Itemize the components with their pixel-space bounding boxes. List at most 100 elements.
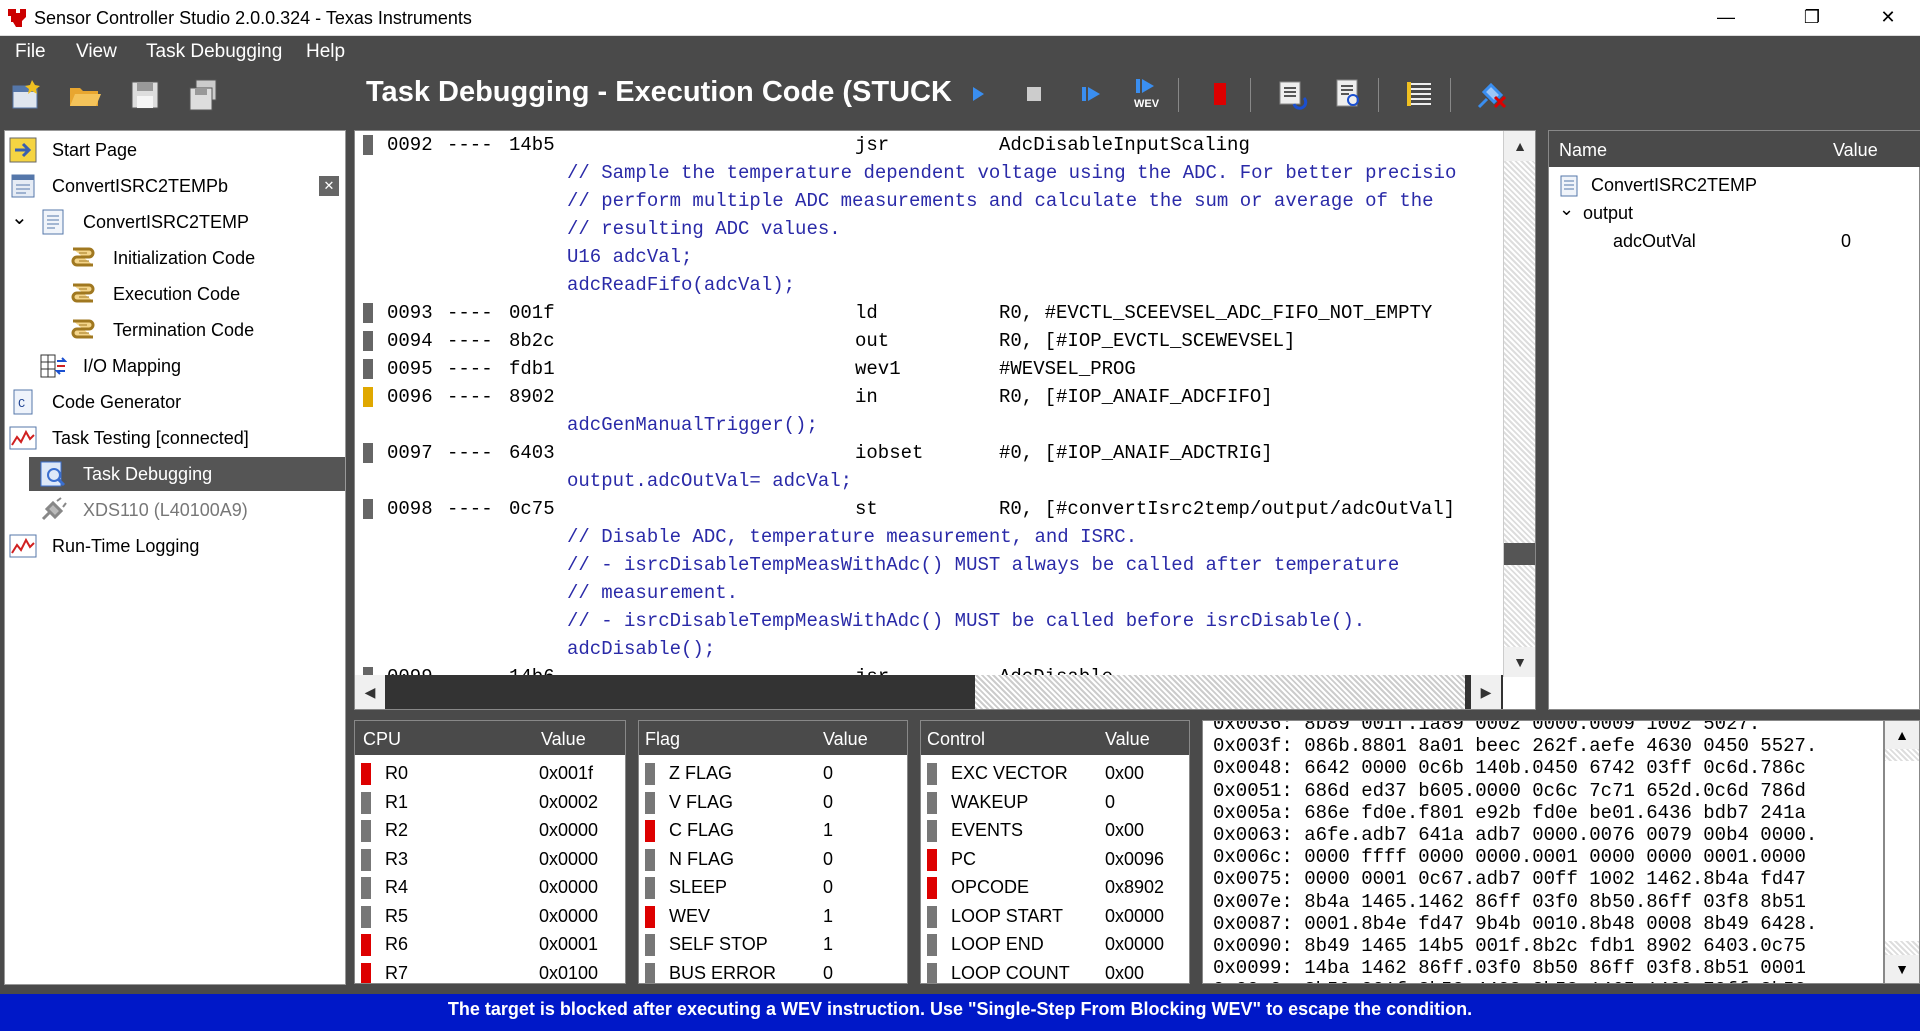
- asm-line[interactable]: 0097 ---- 6403 iobset #0, [#IOP_ANAIF_ADCTRI…: [355, 439, 1503, 467]
- source-line[interactable]: output.adcOutVal= adcVal;: [355, 467, 1503, 495]
- source-line[interactable]: adcDisable();: [355, 635, 1503, 663]
- breakpoint-margin-marker[interactable]: [363, 667, 373, 675]
- register-row[interactable]: C FLAG 1: [639, 816, 907, 844]
- register-row[interactable]: R1 0x0002: [355, 788, 625, 816]
- source-line[interactable]: // Disable ADC, temperature measurement,…: [355, 523, 1503, 551]
- sidebar-item-start-page[interactable]: Start Page: [5, 133, 345, 167]
- current-pc-marker[interactable]: [363, 387, 373, 407]
- sidebar-item-code-generator[interactable]: C Code Generator: [5, 385, 345, 419]
- register-row[interactable]: LOOP START 0x0000: [921, 902, 1189, 930]
- menu-file[interactable]: File: [15, 41, 46, 63]
- breakpoint-margin-marker[interactable]: [363, 359, 373, 379]
- register-row[interactable]: EVENTS 0x00: [921, 816, 1189, 844]
- code-vertical-scrollbar[interactable]: ▲ ▼: [1503, 131, 1535, 677]
- scroll-down-icon[interactable]: ▼: [1504, 647, 1535, 677]
- register-row[interactable]: V FLAG 0: [639, 788, 907, 816]
- register-row[interactable]: R4 0x0000: [355, 873, 625, 901]
- single-step-wev-button[interactable]: WEV: [1130, 76, 1166, 112]
- open-folder-icon[interactable]: [68, 78, 102, 112]
- sidebar-item-xds110[interactable]: XDS110 (L40100A9): [5, 493, 345, 527]
- menu-view[interactable]: View: [76, 41, 117, 63]
- register-row[interactable]: LOOP END 0x0000: [921, 930, 1189, 958]
- minimize-button[interactable]: —: [1696, 0, 1756, 34]
- source-line[interactable]: // Sample the temperature dependent volt…: [355, 159, 1503, 187]
- new-project-icon[interactable]: [10, 78, 44, 112]
- scroll-down-icon[interactable]: ▼: [1885, 955, 1919, 983]
- scroll-up-icon[interactable]: ▲: [1504, 131, 1535, 161]
- register-row[interactable]: R3 0x0000: [355, 845, 625, 873]
- chevron-down-icon[interactable]: ⌄: [1559, 195, 1574, 223]
- list-button[interactable]: [1402, 76, 1438, 112]
- source-line[interactable]: adcReadFifo(adcVal);: [355, 271, 1503, 299]
- asm-line[interactable]: 0099 ---- 14b6 jsr AdcDisable: [355, 663, 1503, 675]
- register-row[interactable]: SELF STOP 1: [639, 930, 907, 958]
- register-row[interactable]: WEV 1: [639, 902, 907, 930]
- source-line[interactable]: // measurement.: [355, 579, 1503, 607]
- register-row[interactable]: R6 0x0001: [355, 930, 625, 958]
- scroll-up-icon[interactable]: ▲: [1885, 721, 1919, 749]
- stop-button[interactable]: [1016, 76, 1052, 112]
- register-row[interactable]: LOOP COUNT 0x00: [921, 959, 1189, 983]
- register-row[interactable]: R5 0x0000: [355, 902, 625, 930]
- register-row[interactable]: R2 0x0000: [355, 816, 625, 844]
- save-all-icon[interactable]: [186, 78, 220, 112]
- register-row[interactable]: N FLAG 0: [639, 845, 907, 873]
- sidebar-item-task-debugging[interactable]: Task Debugging: [29, 457, 345, 491]
- register-row[interactable]: SLEEP 0: [639, 873, 907, 901]
- maximize-button[interactable]: ❐: [1782, 0, 1842, 34]
- variable-row[interactable]: ConvertISRC2TEMP: [1557, 171, 1917, 199]
- sidebar-item-io-mapping[interactable]: I/O Mapping: [5, 349, 345, 383]
- memory-scrollbar[interactable]: ▲ ▼: [1884, 720, 1920, 984]
- asm-line[interactable]: 0098 ---- 0c75 st R0, [#convertIsrc2temp/out…: [355, 495, 1503, 523]
- menu-task-debugging[interactable]: Task Debugging: [146, 41, 282, 63]
- sidebar-item-initialization-code[interactable]: Initialization Code: [5, 241, 345, 275]
- register-row[interactable]: OPCODE 0x8902: [921, 873, 1189, 901]
- memory-view[interactable]: 0x0036: 8b89 001f.1a89 0002 0000.0009 10…: [1202, 720, 1884, 984]
- view-button[interactable]: [1330, 76, 1366, 112]
- scroll-left-icon[interactable]: ◀: [355, 675, 385, 709]
- asm-line[interactable]: 0092 ---- 14b5 jsr AdcDisableInputScaling: [355, 131, 1503, 159]
- close-window-button[interactable]: ✕: [1858, 0, 1918, 34]
- register-row[interactable]: R0 0x001f: [355, 759, 625, 787]
- register-row[interactable]: PC 0x0096: [921, 845, 1189, 873]
- halt-button[interactable]: [1202, 76, 1238, 112]
- scroll-right-icon[interactable]: ▶: [1471, 675, 1501, 709]
- variable-row[interactable]: ⌄ output: [1557, 199, 1917, 227]
- single-step-button[interactable]: [1074, 76, 1110, 112]
- source-line[interactable]: adcGenManualTrigger();: [355, 411, 1503, 439]
- source-line[interactable]: // resulting ADC values.: [355, 215, 1503, 243]
- register-row[interactable]: WAKEUP 0: [921, 788, 1189, 816]
- breakpoint-margin-marker[interactable]: [363, 499, 373, 519]
- breakpoint-margin-marker[interactable]: [363, 443, 373, 463]
- register-row[interactable]: EXC VECTOR 0x00: [921, 759, 1189, 787]
- sidebar-item-run-time-logging[interactable]: Run-Time Logging: [5, 529, 345, 563]
- register-row[interactable]: R7 0x0100: [355, 959, 625, 983]
- register-row[interactable]: BUS ERROR 0: [639, 959, 907, 983]
- scroll-thumb[interactable]: [975, 675, 1465, 709]
- register-row[interactable]: Z FLAG 0: [639, 759, 907, 787]
- save-icon[interactable]: [128, 78, 162, 112]
- source-line[interactable]: // - isrcDisableTempMeasWithAdc() MUST b…: [355, 607, 1503, 635]
- source-line[interactable]: // perform multiple ADC measurements and…: [355, 187, 1503, 215]
- chevron-down-icon[interactable]: ⌄: [11, 201, 28, 235]
- asm-line[interactable]: 0096 ---- 8902 in R0, [#IOP_ANAIF_ADCFIFO]: [355, 383, 1503, 411]
- reset-button[interactable]: [1274, 76, 1310, 112]
- breakpoint-margin-marker[interactable]: [363, 331, 373, 351]
- menu-help[interactable]: Help: [306, 41, 345, 63]
- breakpoint-margin-marker[interactable]: [363, 303, 373, 323]
- sidebar-item-termination-code[interactable]: Termination Code: [5, 313, 345, 347]
- scroll-thumb[interactable]: [1504, 543, 1535, 565]
- source-line[interactable]: U16 adcVal;: [355, 243, 1503, 271]
- sidebar-item-execution-code[interactable]: Execution Code: [5, 277, 345, 311]
- scroll-thumb[interactable]: [1885, 761, 1919, 941]
- breakpoint-margin-marker[interactable]: [363, 135, 373, 155]
- asm-line[interactable]: 0093 ---- 001f ld R0, #EVCTL_SCEEVSEL_ADC_FI…: [355, 299, 1503, 327]
- asm-line[interactable]: 0094 ---- 8b2c out R0, [#IOP_EVCTL_SCEWEVSEL…: [355, 327, 1503, 355]
- run-button[interactable]: [960, 76, 996, 112]
- sidebar-item-task[interactable]: ⌄ ConvertISRC2TEMP: [5, 205, 345, 239]
- code-horizontal-scrollbar[interactable]: ◀ ▶: [355, 675, 1503, 709]
- close-project-icon[interactable]: ✕: [319, 176, 339, 196]
- source-line[interactable]: // - isrcDisableTempMeasWithAdc() MUST a…: [355, 551, 1503, 579]
- disconnect-button[interactable]: [1474, 76, 1510, 112]
- asm-line[interactable]: 0095 ---- fdb1 wev1 #WEVSEL_PROG: [355, 355, 1503, 383]
